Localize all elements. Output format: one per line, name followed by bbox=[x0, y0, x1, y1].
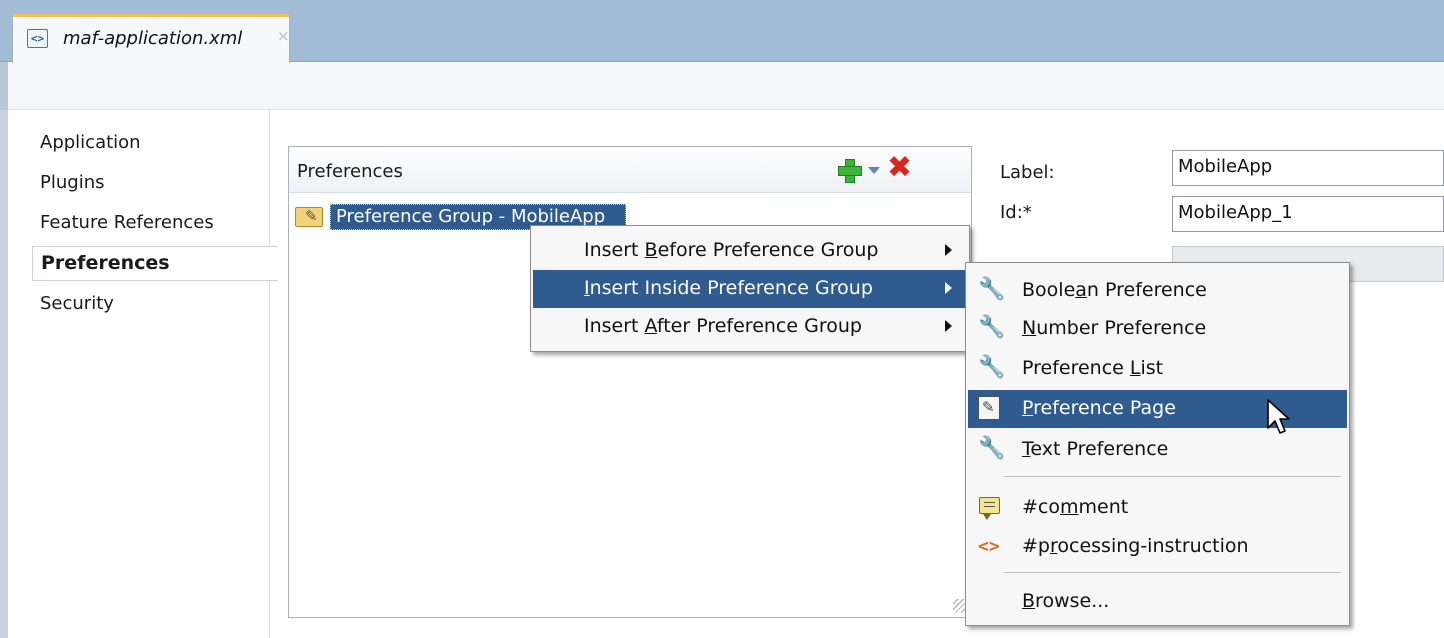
menu-item-text-preference[interactable]: 🔧 Text Preference bbox=[968, 431, 1347, 469]
wrench-icon: 🔧 bbox=[978, 277, 1006, 302]
tab-close-icon[interactable]: × bbox=[277, 27, 290, 45]
wrench-icon: 🔧 bbox=[978, 315, 1006, 340]
menu-item-boolean-preference[interactable]: 🔧 Boolean Preference bbox=[968, 272, 1347, 310]
nav-item-security[interactable]: Security bbox=[40, 293, 114, 314]
id-input[interactable]: MobileApp_1 bbox=[1172, 196, 1444, 232]
label-input[interactable]: MobileApp bbox=[1172, 150, 1444, 186]
window-edge bbox=[0, 62, 8, 110]
submenu-arrow-icon bbox=[945, 282, 952, 294]
wrench-icon: 🔧 bbox=[978, 355, 1006, 380]
xml-file-icon: <> bbox=[27, 29, 48, 48]
nav-item-feature-references[interactable]: Feature References bbox=[40, 212, 214, 233]
menu-item-browse[interactable]: Browse... bbox=[968, 583, 1347, 621]
nav-item-plugins[interactable]: Plugins bbox=[40, 172, 104, 193]
chevron-down-icon[interactable] bbox=[868, 167, 880, 174]
overview-navigation: Application Plugins Feature References P… bbox=[8, 110, 278, 638]
id-field-label: Id:* bbox=[1000, 202, 1032, 223]
window-edge bbox=[0, 110, 8, 638]
page-icon bbox=[978, 396, 1000, 420]
menu-item-number-preference[interactable]: 🔧 Number Preference bbox=[968, 310, 1347, 348]
editor-tab-strip: <> maf-application.xml × bbox=[0, 0, 1444, 63]
menu-item-processing-instruction[interactable]: <> #processing-instruction bbox=[968, 528, 1347, 566]
tab-maf-application[interactable]: <> maf-application.xml × bbox=[12, 14, 290, 63]
delete-icon[interactable]: ✖ bbox=[887, 153, 912, 183]
panel-title: Preferences bbox=[297, 161, 403, 182]
menu-separator bbox=[1004, 476, 1341, 477]
submenu-arrow-icon bbox=[945, 320, 952, 332]
processing-instruction-icon: <> bbox=[978, 536, 1000, 557]
menu-item-insert-before[interactable]: Insert Before Preference Group bbox=[533, 232, 969, 270]
comment-icon bbox=[979, 497, 1000, 520]
nav-item-application[interactable]: Application bbox=[40, 132, 141, 153]
submenu-arrow-icon bbox=[945, 244, 952, 256]
editor-header-area bbox=[0, 63, 1444, 110]
insert-inside-submenu: 🔧 Boolean Preference 🔧 Number Preference… bbox=[965, 262, 1350, 626]
preferences-panel-header: Preferences ✖ bbox=[289, 147, 971, 193]
add-icon[interactable] bbox=[837, 158, 862, 183]
wrench-icon: 🔧 bbox=[978, 436, 1006, 461]
preference-group-icon bbox=[295, 207, 323, 227]
menu-item-insert-inside[interactable]: Insert Inside Preference Group bbox=[533, 270, 969, 308]
label-field-label: Label: bbox=[1000, 162, 1055, 183]
tab-title: maf-application.xml bbox=[63, 28, 243, 49]
menu-item-comment[interactable]: #comment bbox=[968, 489, 1347, 527]
menu-separator bbox=[1004, 572, 1341, 573]
context-menu: Insert Before Preference Group Insert In… bbox=[530, 225, 970, 352]
menu-item-insert-after[interactable]: Insert After Preference Group bbox=[533, 308, 969, 346]
preferences-panel: Preferences ✖ Preference Group - MobileA… bbox=[288, 146, 972, 618]
menu-item-preference-list[interactable]: 🔧 Preference List bbox=[968, 350, 1347, 388]
nav-item-preferences[interactable]: Preferences bbox=[32, 246, 278, 281]
mouse-cursor-icon bbox=[1267, 399, 1290, 434]
